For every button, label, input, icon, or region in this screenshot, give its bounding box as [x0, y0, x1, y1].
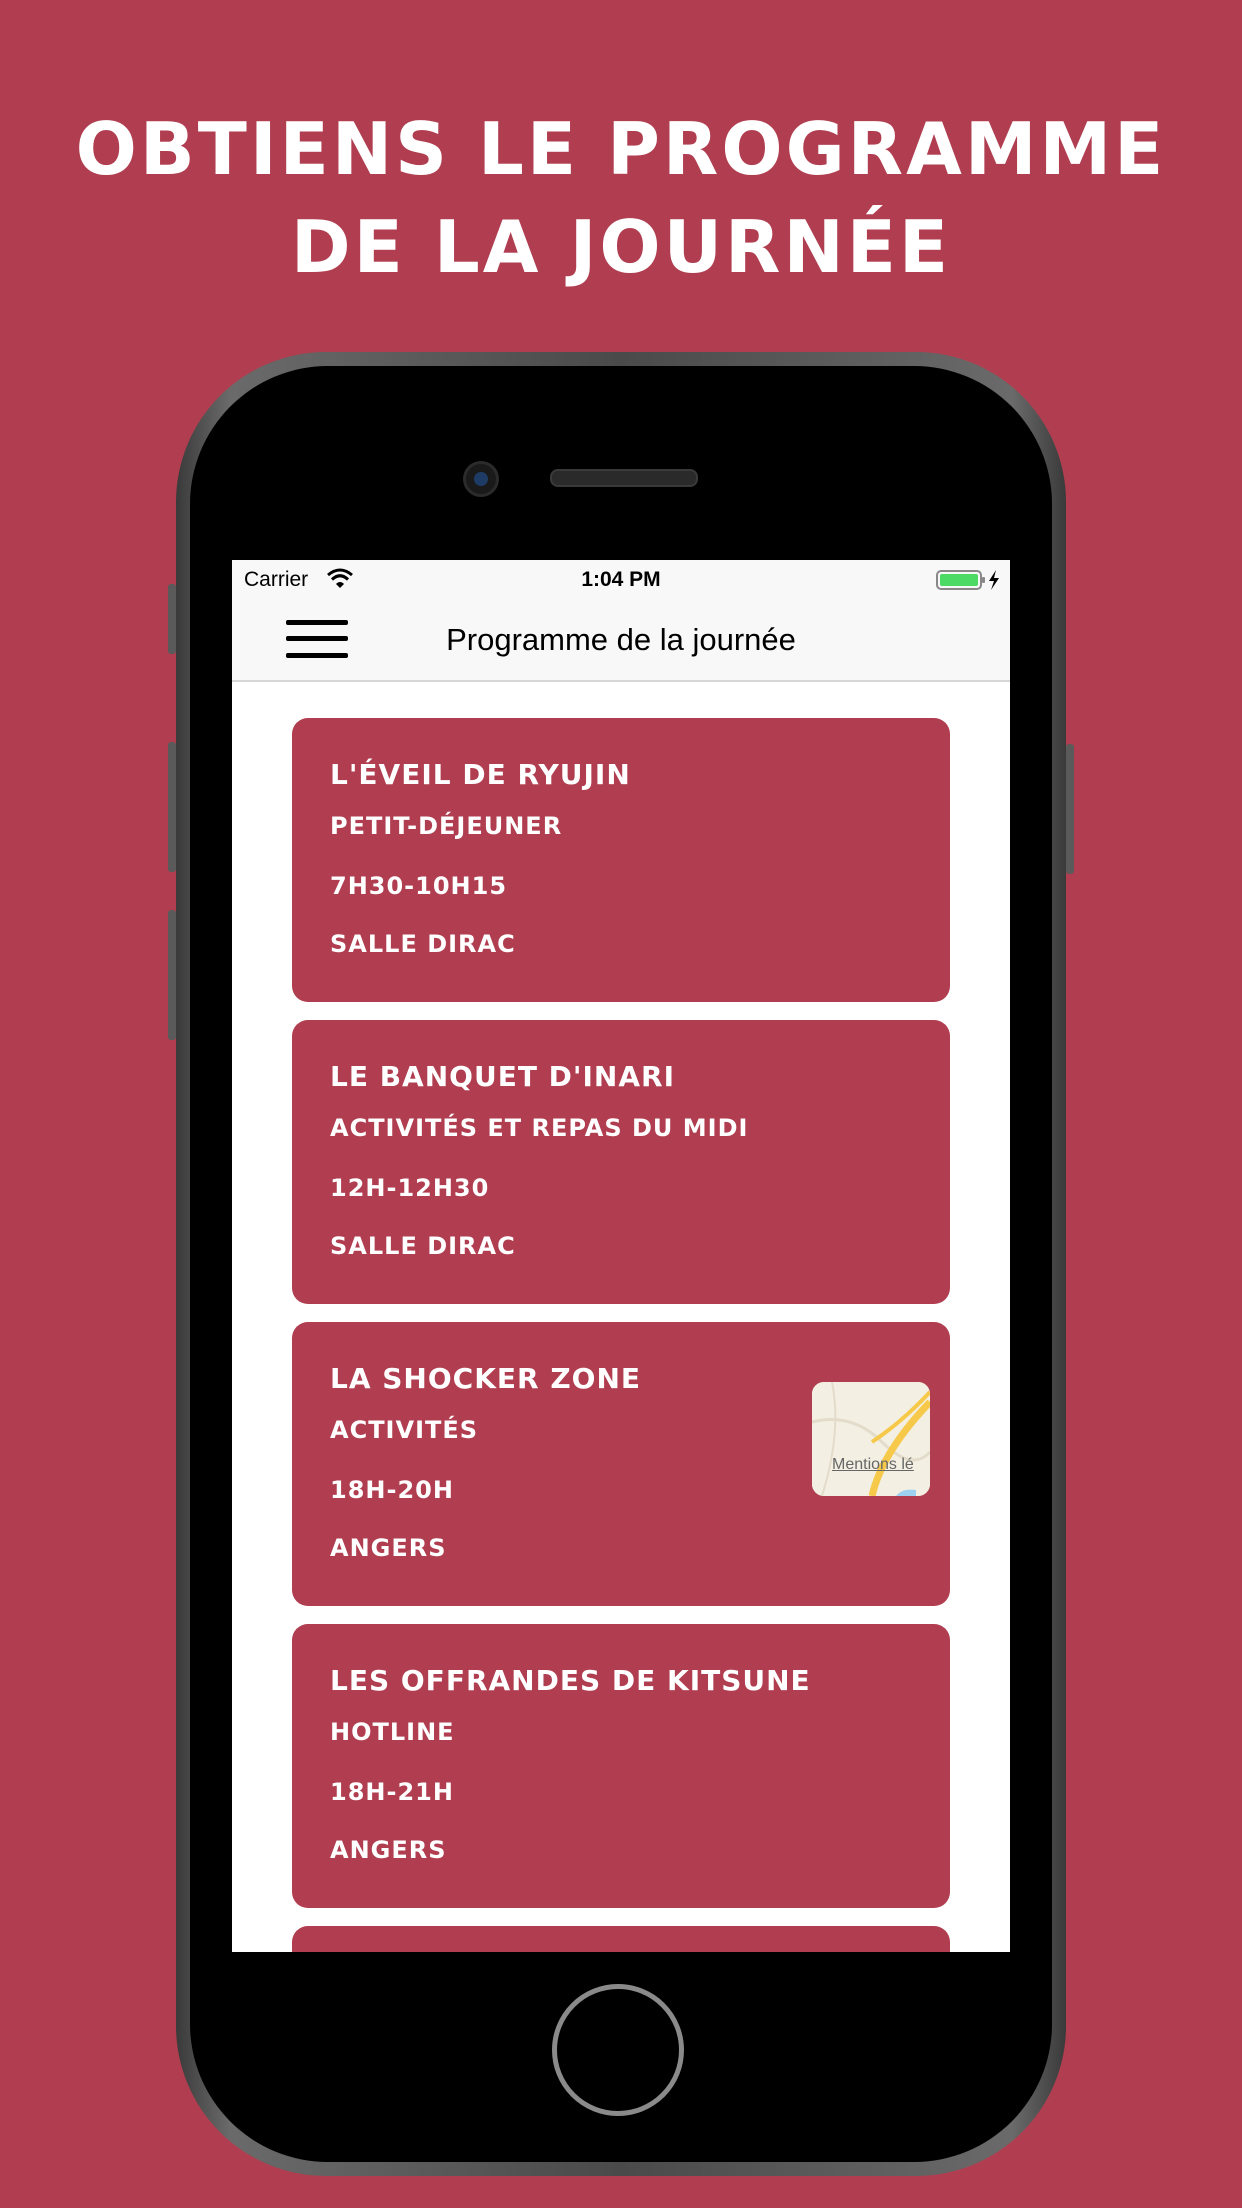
event-subtitle: Petit-déjeuner	[330, 812, 563, 840]
headline-line-2: de la journée	[290, 205, 952, 289]
event-hours: 7h30-10h15	[330, 872, 508, 900]
battery-charging-icon	[936, 570, 999, 590]
event-place: Angers	[330, 1534, 447, 1562]
volume-down-button	[168, 910, 176, 1040]
event-place: Salle Dirac	[330, 1232, 516, 1260]
event-card[interactable]: Les offrandes de Kitsune Hotline 18h-21h…	[292, 1624, 950, 1908]
home-button[interactable]	[552, 1984, 684, 2116]
event-place: Angers	[330, 1836, 447, 1864]
event-subtitle: Hotline	[330, 1718, 455, 1746]
event-title: L'éveil de Ryujin	[330, 758, 631, 791]
event-card[interactable]: Le banquet d'Inari Activités et repas du…	[292, 1020, 950, 1304]
app-screen: Carrier 1:04 PM Programme de la journée …	[232, 560, 1010, 1952]
volume-up-button	[168, 742, 176, 872]
clock-label: 1:04 PM	[581, 568, 661, 591]
promo-headline: Obtiens le programme de la journée	[0, 100, 1242, 296]
event-subtitle: Activités	[330, 1416, 479, 1444]
event-hours: 18h-21h	[330, 1778, 454, 1806]
page-title: Programme de la journée	[446, 622, 796, 657]
headline-line-1: Obtiens le programme	[75, 107, 1167, 191]
status-bar: Carrier 1:04 PM	[232, 560, 1010, 600]
event-subtitle: Activités et repas du midi	[330, 1114, 749, 1142]
event-place: Salle Dirac	[330, 930, 516, 958]
navigation-bar: Programme de la journée	[232, 600, 1010, 682]
power-button	[1066, 744, 1074, 874]
event-title: Le banquet d'Inari	[330, 1060, 675, 1093]
event-hours: 12h-12h30	[330, 1174, 490, 1202]
event-title: Les offrandes de Kitsune	[330, 1664, 811, 1697]
map-thumbnail[interactable]: Mentions lé	[812, 1382, 930, 1496]
event-card[interactable]: La Shocker Zone Activités 18h-20h Angers…	[292, 1322, 950, 1606]
mute-switch	[168, 584, 176, 654]
map-roads-graphic	[812, 1382, 930, 1496]
earpiece-speaker	[550, 469, 698, 487]
front-camera	[463, 461, 499, 497]
map-legal-link[interactable]: Mentions lé	[832, 1456, 914, 1474]
event-hours: 18h-20h	[330, 1476, 454, 1504]
event-card-partial[interactable]	[292, 1926, 950, 1952]
event-card[interactable]: L'éveil de Ryujin Petit-déjeuner 7h30-10…	[292, 718, 950, 1002]
event-title: La Shocker Zone	[330, 1362, 642, 1395]
